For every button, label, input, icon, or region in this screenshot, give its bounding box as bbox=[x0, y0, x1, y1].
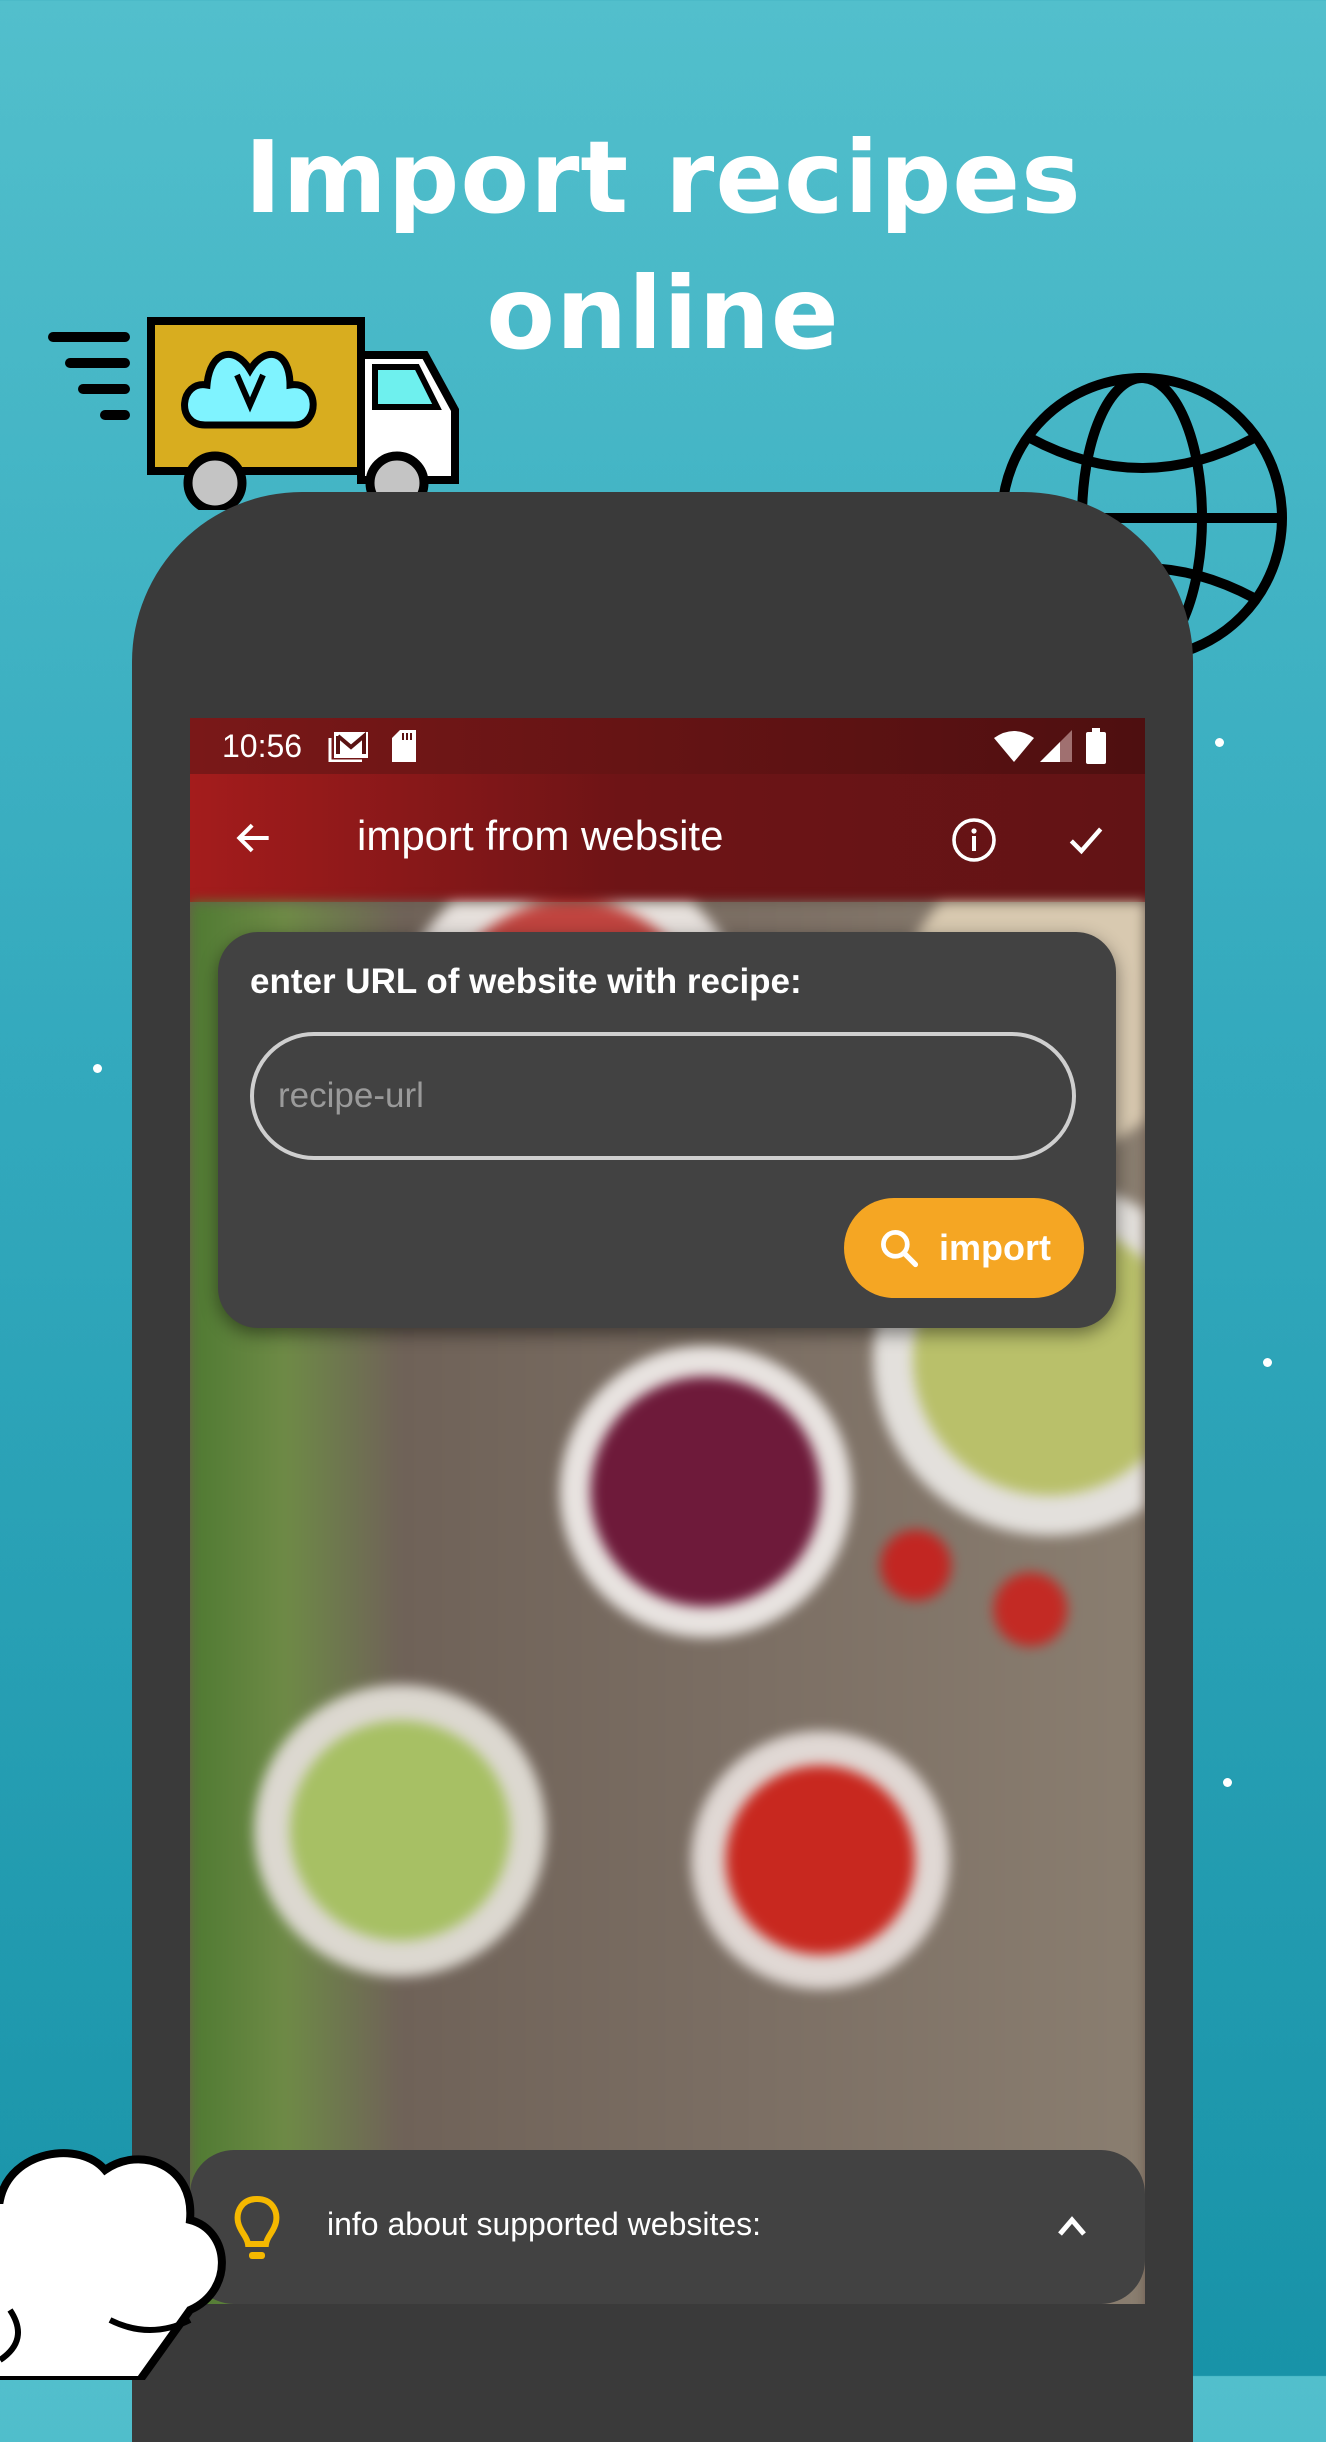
app-screen: 10:56 import from website enter URL of w… bbox=[190, 718, 1145, 2376]
url-label: enter URL of website with recipe: bbox=[250, 962, 802, 1001]
check-icon[interactable] bbox=[1064, 818, 1108, 862]
page-title: import from website bbox=[357, 812, 724, 859]
wifi-icon bbox=[994, 731, 1034, 762]
info-icon[interactable] bbox=[950, 816, 998, 864]
status-bar: 10:56 bbox=[190, 718, 1145, 774]
import-button-label: import bbox=[939, 1227, 1051, 1268]
decor-dot bbox=[1263, 1358, 1272, 1367]
arrow-left-icon[interactable] bbox=[232, 816, 276, 860]
delivery-truck-icon bbox=[48, 317, 459, 510]
sd-card-icon bbox=[392, 730, 416, 762]
decor-dot bbox=[1223, 1778, 1232, 1787]
decor-dot bbox=[1215, 738, 1224, 747]
screen-bottom bbox=[190, 2304, 1145, 2376]
status-time: 10:56 bbox=[222, 728, 303, 764]
gmail-icon bbox=[328, 731, 368, 762]
import-button[interactable]: import bbox=[844, 1198, 1084, 1298]
supported-websites-text: info about supported websites: bbox=[327, 2206, 762, 2242]
headline-line-1: Import recipes bbox=[244, 119, 1082, 236]
import-card: enter URL of website with recipe: import bbox=[218, 932, 1116, 1328]
supported-websites-panel[interactable]: info about supported websites: bbox=[190, 2150, 1145, 2304]
recipe-url-input[interactable] bbox=[250, 1032, 1076, 1160]
battery-icon bbox=[1086, 728, 1106, 764]
search-icon bbox=[881, 1230, 919, 1268]
chevron-up-icon[interactable] bbox=[1056, 2212, 1088, 2240]
app-bar: import from website bbox=[190, 774, 1145, 902]
decor-dot bbox=[93, 1064, 102, 1073]
cell-signal-icon bbox=[1040, 730, 1072, 762]
chef-hat-icon bbox=[0, 2149, 226, 2380]
